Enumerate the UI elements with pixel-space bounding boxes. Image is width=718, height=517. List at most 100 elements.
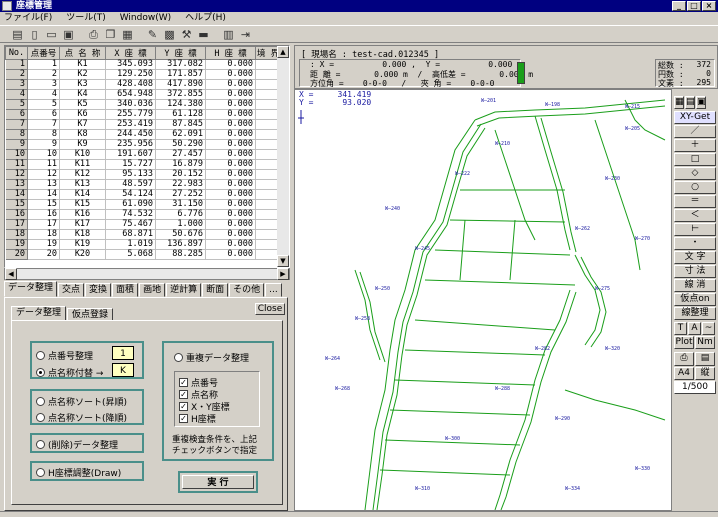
row-number[interactable]: 10 bbox=[5, 149, 28, 160]
point-number-cell[interactable]: 20 bbox=[27, 249, 60, 260]
orientation-button[interactable]: 縦 bbox=[695, 367, 715, 380]
minimize-button[interactable]: _ bbox=[672, 1, 686, 11]
point-number-cell[interactable]: 11 bbox=[27, 159, 60, 170]
point-number-cell[interactable]: 3 bbox=[27, 79, 60, 90]
palette-view-icon[interactable]: ▦ bbox=[674, 96, 684, 109]
point-name-cell[interactable]: K1 bbox=[59, 59, 106, 70]
point-number-cell[interactable]: 5 bbox=[27, 99, 60, 110]
y-cell[interactable]: 62.091 bbox=[155, 129, 206, 140]
table-row[interactable]: 14 14 K14 54.124 27.252 0.000 bbox=[5, 189, 282, 200]
table-row[interactable]: 12 12 K12 95.133 20.152 0.000 bbox=[5, 169, 282, 180]
row-number[interactable]: 17 bbox=[5, 219, 28, 230]
perp-tool-button[interactable]: ⊢ bbox=[674, 223, 716, 236]
drawing-canvas[interactable]: X = 341.419 Y = 93.020 W—201 W—198 W—215… bbox=[294, 89, 672, 511]
row-number[interactable]: 12 bbox=[5, 169, 28, 180]
col-point-name[interactable]: 点 名 称 bbox=[59, 46, 106, 60]
point-name-cell[interactable]: K12 bbox=[59, 169, 106, 180]
h-cell[interactable]: 0.000 bbox=[205, 219, 256, 230]
point-number-cell[interactable]: 4 bbox=[27, 89, 60, 100]
y-cell[interactable]: 16.879 bbox=[155, 159, 206, 170]
point-number-cell[interactable]: 8 bbox=[27, 129, 60, 140]
text-t-button[interactable]: T bbox=[674, 322, 687, 335]
point-tool-button[interactable]: ・ bbox=[674, 237, 716, 250]
tab-other[interactable]: その他 bbox=[229, 283, 265, 297]
h-cell[interactable]: 0.000 bbox=[205, 179, 256, 190]
h-cell[interactable]: 0.000 bbox=[205, 239, 256, 250]
x-cell[interactable]: 244.450 bbox=[105, 129, 156, 140]
h-cell[interactable]: 0.000 bbox=[205, 229, 256, 240]
point-number-cell[interactable]: 14 bbox=[27, 189, 60, 200]
table-row[interactable]: 5 5 K5 340.036 124.380 0.000 bbox=[5, 99, 282, 110]
row-number[interactable]: 6 bbox=[5, 109, 28, 120]
tab-data-organize[interactable]: データ整理 bbox=[4, 281, 58, 297]
y-cell[interactable]: 61.128 bbox=[155, 109, 206, 120]
sort-desc-option[interactable]: 点名称ソート(降順) bbox=[36, 411, 127, 424]
point-name-cell[interactable]: K6 bbox=[59, 109, 106, 120]
row-number[interactable]: 1 bbox=[5, 59, 28, 70]
h-cell[interactable]: 0.000 bbox=[205, 119, 256, 130]
table-row[interactable]: 4 4 K4 654.948 372.855 0.000 bbox=[5, 89, 282, 100]
maximize-button[interactable]: □ bbox=[687, 1, 701, 11]
x-cell[interactable]: 253.419 bbox=[105, 119, 156, 130]
radio-renumber[interactable] bbox=[36, 351, 45, 360]
row-number[interactable]: 15 bbox=[5, 199, 28, 210]
row-number[interactable]: 14 bbox=[5, 189, 28, 200]
col-x[interactable]: X 座 標 bbox=[105, 46, 156, 60]
y-cell[interactable]: 6.776 bbox=[155, 209, 206, 220]
rename-box[interactable]: K bbox=[112, 363, 134, 377]
point-number-cell[interactable]: 2 bbox=[27, 69, 60, 80]
table-row[interactable]: 15 15 K15 61.090 31.150 0.000 bbox=[5, 199, 282, 210]
point-name-cell[interactable]: K16 bbox=[59, 209, 106, 220]
point-name-cell[interactable]: K5 bbox=[59, 99, 106, 110]
tab-section[interactable]: 断面 bbox=[202, 283, 229, 297]
row-number[interactable]: 9 bbox=[5, 139, 28, 150]
rect-tool-button[interactable]: □ bbox=[674, 153, 716, 166]
dup-option[interactable]: 重複データ整理 bbox=[174, 351, 249, 364]
row-number[interactable]: 18 bbox=[5, 229, 28, 240]
palette-layer-icon[interactable]: ▤ bbox=[685, 96, 695, 109]
x-cell[interactable]: 1.019 bbox=[105, 239, 156, 250]
h-cell[interactable]: 0.000 bbox=[205, 59, 256, 70]
y-cell[interactable]: 31.150 bbox=[155, 199, 206, 210]
cross-tool-button[interactable]: ＋ bbox=[674, 139, 716, 152]
point-number-cell[interactable]: 19 bbox=[27, 239, 60, 250]
point-number-cell[interactable]: 1 bbox=[27, 59, 60, 70]
row-number[interactable]: 16 bbox=[5, 209, 28, 220]
y-cell[interactable]: 20.152 bbox=[155, 169, 206, 180]
menu-window[interactable]: Window(W) bbox=[120, 12, 171, 25]
radio-rename[interactable] bbox=[36, 368, 45, 377]
h-cell[interactable]: 0.000 bbox=[205, 139, 256, 150]
table-row[interactable]: 13 13 K13 48.597 22.983 0.000 bbox=[5, 179, 282, 190]
row-number[interactable]: 4 bbox=[5, 89, 28, 100]
tab-more[interactable]: ... bbox=[265, 283, 282, 297]
circle-tool-button[interactable]: ○ bbox=[674, 181, 716, 194]
x-cell[interactable]: 61.090 bbox=[105, 199, 156, 210]
table-row[interactable]: 17 17 K17 75.467 1.000 0.000 bbox=[5, 219, 282, 230]
tab-intersection[interactable]: 交点 bbox=[58, 283, 85, 297]
point-number-cell[interactable]: 17 bbox=[27, 219, 60, 230]
x-cell[interactable]: 54.124 bbox=[105, 189, 156, 200]
y-cell[interactable]: 88.285 bbox=[155, 249, 206, 260]
h-cell[interactable]: 0.000 bbox=[205, 189, 256, 200]
point-name-cell[interactable]: K20 bbox=[59, 249, 106, 260]
erase-line-button[interactable]: 線 消 bbox=[674, 279, 716, 292]
x-cell[interactable]: 129.250 bbox=[105, 69, 156, 80]
h-cell[interactable]: 0.000 bbox=[205, 99, 256, 110]
open-icon[interactable]: ▤ bbox=[10, 27, 25, 42]
col-no[interactable]: No. bbox=[5, 46, 28, 60]
close-button[interactable]: Close bbox=[255, 303, 285, 315]
text-a-button[interactable]: A bbox=[688, 322, 701, 335]
y-cell[interactable]: 171.857 bbox=[155, 69, 206, 80]
row-number[interactable]: 20 bbox=[5, 249, 28, 260]
x-cell[interactable]: 68.871 bbox=[105, 229, 156, 240]
row-number[interactable]: 8 bbox=[5, 129, 28, 140]
radio-delete[interactable] bbox=[36, 440, 45, 449]
point-name-cell[interactable]: K19 bbox=[59, 239, 106, 250]
point-name-cell[interactable]: K17 bbox=[59, 219, 106, 230]
palette-zoom-icon[interactable]: ▣ bbox=[696, 96, 706, 109]
line-organize-button[interactable]: 線整理 bbox=[674, 307, 716, 320]
col-point-number[interactable]: 点番号 bbox=[27, 46, 60, 60]
text-wave-button[interactable]: ~ bbox=[702, 322, 715, 335]
y-cell[interactable]: 1.000 bbox=[155, 219, 206, 230]
h-cell[interactable]: 0.000 bbox=[205, 169, 256, 180]
